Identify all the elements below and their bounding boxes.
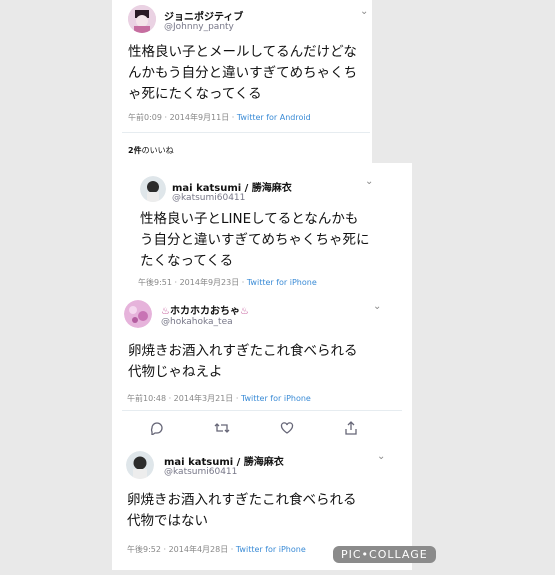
tweet-text-line: ゃ死にたくなってくる <box>128 86 262 102</box>
tweet-text-line: たくなってくる <box>140 253 234 269</box>
timestamp[interactable]: 午後9:51 · 2014年9月23日 · <box>138 278 247 287</box>
tweet-text-line: 性格良い子とメールしてるんだけどな <box>128 44 357 60</box>
tweet-text: 性格良い子とLINEしてるとなんかも う自分と違いすぎてめちゃくちゃ死に たくな… <box>140 209 370 272</box>
tweet-meta: 午後9:52 · 2014年4月28日 · Twitter for iPhone <box>127 544 306 555</box>
chevron-down-icon[interactable]: ⌄ <box>365 176 373 187</box>
avatar[interactable] <box>140 176 166 202</box>
timestamp[interactable]: 午前10:48 · 2014年3月21日 · <box>127 394 241 403</box>
chevron-down-icon[interactable]: ⌄ <box>360 6 368 17</box>
tweet-text: 性格良い子とメールしてるんだけどな んかもう自分と違いすぎてめちゃくち ゃ死にた… <box>128 42 357 105</box>
display-name[interactable]: ジョニポジティブ <box>164 8 243 23</box>
tweet-actions <box>150 421 358 439</box>
reply-icon[interactable] <box>150 421 164 439</box>
tweet-text-line: 卵焼きお酒入れすぎたこれ食べられる <box>128 343 358 359</box>
display-name[interactable]: mai katsumi / 勝海麻衣 <box>172 179 292 194</box>
likes-count[interactable]: 2件のいいね <box>128 145 174 156</box>
source-link[interactable]: Twitter for Android <box>237 113 311 122</box>
tweet-meta: 午前10:48 · 2014年3月21日 · Twitter for iPhon… <box>127 393 311 404</box>
tweet-text-line: 卵焼きお酒入れすぎたこれ食べられる <box>127 492 357 508</box>
tweet-meta: 午前0:09 · 2014年9月11日 · Twitter for Androi… <box>128 112 311 123</box>
chevron-down-icon[interactable]: ⌄ <box>377 451 385 462</box>
divider <box>122 132 370 133</box>
watermark-logo: PIC•COLLAGE <box>333 546 436 563</box>
tweet-text: 卵焼きお酒入れすぎたこれ食べられる 代物ではない <box>127 490 357 532</box>
avatar-image-icon <box>126 451 154 479</box>
timestamp[interactable]: 午前0:09 · 2014年9月11日 · <box>128 113 237 122</box>
avatar[interactable] <box>124 300 152 328</box>
timestamp[interactable]: 午後9:52 · 2014年4月28日 · <box>127 545 236 554</box>
user-handle[interactable]: @Johnny_panty <box>164 22 234 32</box>
source-link[interactable]: Twitter for iPhone <box>247 278 317 287</box>
source-link[interactable]: Twitter for iPhone <box>241 394 311 403</box>
likes-label: のいいね <box>141 146 174 155</box>
hot-springs-icon: ♨ <box>239 306 249 317</box>
avatar-image-icon <box>128 5 156 33</box>
tweet-meta: 午後9:51 · 2014年9月23日 · Twitter for iPhone <box>138 277 317 288</box>
display-name-text: ホカホカおちゃ <box>169 306 240 317</box>
user-handle[interactable]: @hokahoka_tea <box>161 317 233 327</box>
chevron-down-icon[interactable]: ⌄ <box>373 301 381 312</box>
display-name[interactable]: ♨ホカホカおちゃ♨ <box>161 302 249 317</box>
share-icon[interactable] <box>344 421 358 439</box>
tweet-text-line: 代物じゃねえよ <box>128 364 223 380</box>
user-handle[interactable]: @katsumi60411 <box>164 467 237 477</box>
hot-springs-icon: ♨ <box>161 306 170 317</box>
likes-number: 2件 <box>128 146 142 155</box>
user-handle[interactable]: @katsumi60411 <box>172 193 245 203</box>
tweet-text-line: 性格良い子とLINEしてるとなんかも <box>140 211 359 227</box>
tweet-text-line: う自分と違いすぎてめちゃくちゃ死に <box>140 232 370 248</box>
tweet-text-line: 代物ではない <box>127 513 208 529</box>
tweet-text-line: んかもう自分と違いすぎてめちゃくち <box>128 65 358 81</box>
avatar-image-icon <box>140 176 166 202</box>
divider <box>122 410 402 411</box>
tweet-text: 卵焼きお酒入れすぎたこれ食べられる 代物じゃねえよ <box>128 341 358 383</box>
avatar[interactable] <box>128 5 156 33</box>
display-name[interactable]: mai katsumi / 勝海麻衣 <box>164 453 284 468</box>
avatar-image-icon <box>124 300 152 328</box>
retweet-icon[interactable] <box>214 421 230 439</box>
source-link[interactable]: Twitter for iPhone <box>236 545 306 554</box>
heart-icon[interactable] <box>280 421 294 439</box>
avatar[interactable] <box>126 451 154 479</box>
